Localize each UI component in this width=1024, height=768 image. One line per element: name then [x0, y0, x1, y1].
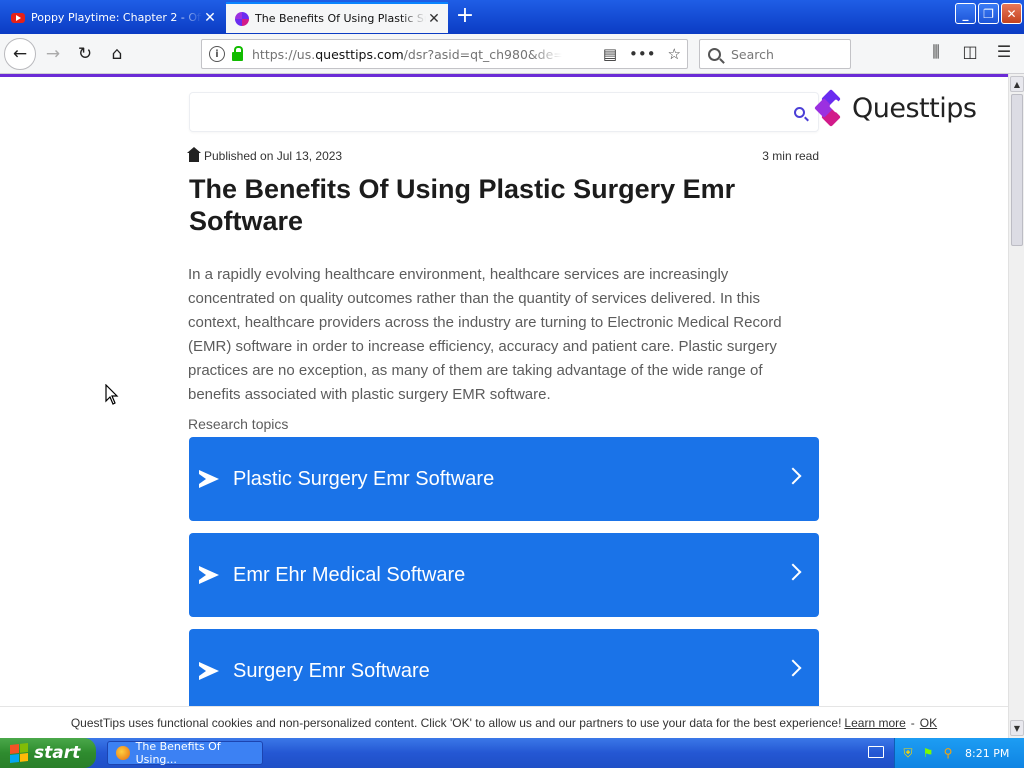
site-search-bar[interactable] [189, 92, 819, 132]
topic-label: Plastic Surgery Emr Software [233, 467, 495, 490]
chevron-right-icon [784, 659, 802, 677]
back-button[interactable]: ← [4, 38, 36, 70]
topic-button[interactable]: Plastic Surgery Emr Software [189, 437, 819, 521]
reload-button[interactable]: ↻ [72, 41, 98, 67]
learn-more-link[interactable]: Learn more [844, 716, 905, 730]
window-controls: _ ❐ ✕ [955, 3, 1022, 24]
logo-text: Questtips [852, 92, 977, 124]
topic-label: Surgery Emr Software [233, 659, 430, 682]
system-tray: ⛨ ⚑ ⚲ 8:21 PM [894, 738, 1024, 768]
sidebar-icon[interactable]: ◫ [960, 42, 980, 62]
browser-nav-bar: ← → ↻ ⌂ i https://us.questtips.com/dsr?a… [0, 34, 1024, 74]
cookie-text: QuestTips uses functional cookies and no… [70, 715, 842, 730]
search-tray-icon[interactable]: ⚲ [941, 746, 955, 760]
taskbar-item-label: The Benefits Of Using... [135, 740, 221, 766]
page-scrollbar[interactable]: ▲ ▼ [1008, 74, 1024, 738]
browser-search-box[interactable] [699, 39, 851, 69]
clock: 8:21 PM [965, 746, 1010, 760]
home-icon: ⌂ [111, 44, 123, 64]
forward-arrow-icon: → [45, 44, 61, 64]
toolbar-right: ⫼ ◫ ☰ [926, 42, 1024, 62]
read-time: 3 min read [762, 149, 819, 163]
scroll-down-icon[interactable]: ▼ [1010, 720, 1024, 736]
paper-plane-arrow-icon [199, 566, 221, 584]
cookie-separator: - [910, 715, 915, 730]
reload-icon: ↻ [77, 44, 93, 64]
questtips-favicon-icon [235, 11, 249, 26]
questtips-logo[interactable]: Questtips [814, 89, 977, 127]
article-title: The Benefits Of Using Plastic Surgery Em… [189, 174, 736, 236]
menu-icon[interactable]: ☰ [994, 42, 1014, 62]
back-arrow-icon: ← [12, 44, 28, 64]
scrollbar-thumb[interactable] [1011, 94, 1023, 246]
paper-plane-arrow-icon [199, 470, 221, 488]
published-date: Published on Jul 13, 2023 [204, 149, 343, 163]
topic-button[interactable]: Surgery Emr Software [189, 629, 819, 706]
library-icon[interactable]: ⫼ [926, 42, 946, 62]
restore-button[interactable]: ❐ [978, 3, 999, 24]
topic-label: Emr Ehr Medical Software [233, 563, 466, 586]
start-label: start [34, 743, 81, 763]
youtube-icon [11, 12, 25, 23]
paper-plane-arrow-icon [199, 662, 221, 680]
windows-taskbar: start The Benefits Of Using... ⛨ ⚑ ⚲ 8:2… [0, 738, 1024, 768]
address-bar[interactable]: i https://us.questtips.com/dsr?asid=qt_c… [201, 39, 688, 69]
bookmark-star-icon[interactable]: ☆ [668, 45, 681, 63]
lock-icon [232, 45, 243, 61]
tab-title: The Benefits Of Using Plastic Surge [255, 12, 426, 25]
taskbar-item-firefox[interactable]: The Benefits Of Using... [107, 740, 263, 766]
search-icon [708, 47, 721, 61]
close-window-button[interactable]: ✕ [1001, 3, 1022, 24]
search-icon[interactable] [794, 107, 805, 118]
research-topics-list: Plastic Surgery Emr Software Emr Ehr Med… [189, 437, 819, 706]
windows-logo-icon [10, 743, 28, 763]
new-tab-button[interactable]: + [452, 5, 478, 29]
article-meta: Published on Jul 13, 2023 3 min read [187, 147, 819, 163]
cookie-ok-link[interactable]: OK [920, 716, 937, 730]
forward-button[interactable]: → [40, 41, 66, 67]
tab-title: Poppy Playtime: Chapter 2 - Offici [31, 11, 202, 24]
close-icon: ✕ [1006, 6, 1017, 21]
minimize-button[interactable]: _ [955, 3, 976, 24]
close-icon[interactable]: ✕ [202, 10, 218, 26]
keyboard-layout-icon[interactable] [868, 746, 884, 758]
start-button[interactable]: start [0, 738, 96, 768]
url-host: questtips.com [315, 46, 404, 62]
home-button[interactable]: ⌂ [104, 41, 130, 67]
info-icon[interactable]: i [209, 46, 225, 62]
minimize-icon: _ [962, 6, 969, 21]
restore-icon: ❐ [983, 6, 994, 21]
page-content: Questtips Published on Jul 13, 2023 3 mi… [0, 77, 1008, 706]
scroll-up-icon[interactable]: ▲ [1010, 76, 1024, 92]
url-path: /dsr?asid=qt_ch980&de=c&s [403, 46, 562, 62]
research-topics-label: Research topics [188, 416, 289, 432]
address-bar-actions: ▤ ••• ☆ [603, 45, 687, 63]
tab-poppy-playtime[interactable]: Poppy Playtime: Chapter 2 - Offici ✕ [2, 3, 224, 32]
network-icon[interactable]: ⚑ [921, 746, 935, 760]
firefox-icon [116, 746, 130, 760]
url-text[interactable]: https://us.questtips.com/dsr?asid=qt_ch9… [252, 47, 562, 62]
url-prefix: https://us. [252, 46, 316, 62]
close-icon[interactable]: ✕ [426, 11, 442, 27]
questtips-logo-icon [814, 89, 844, 127]
browser-search-input[interactable] [731, 46, 841, 62]
page-actions-icon[interactable]: ••• [629, 45, 656, 63]
article-body: In a rapidly evolving healthcare environ… [188, 266, 782, 403]
browser-tab-strip: Poppy Playtime: Chapter 2 - Offici ✕ The… [0, 0, 1024, 34]
reader-view-icon[interactable]: ▤ [603, 45, 617, 63]
cookie-consent-bar: QuestTips uses functional cookies and no… [0, 706, 1008, 738]
chevron-right-icon [784, 563, 802, 581]
home-icon [187, 147, 201, 162]
security-shield-icon[interactable]: ⛨ [901, 746, 915, 760]
topic-button[interactable]: Emr Ehr Medical Software [189, 533, 819, 617]
chevron-right-icon [784, 467, 802, 485]
tab-benefits-plastic-surgery[interactable]: The Benefits Of Using Plastic Surge ✕ [226, 2, 448, 33]
